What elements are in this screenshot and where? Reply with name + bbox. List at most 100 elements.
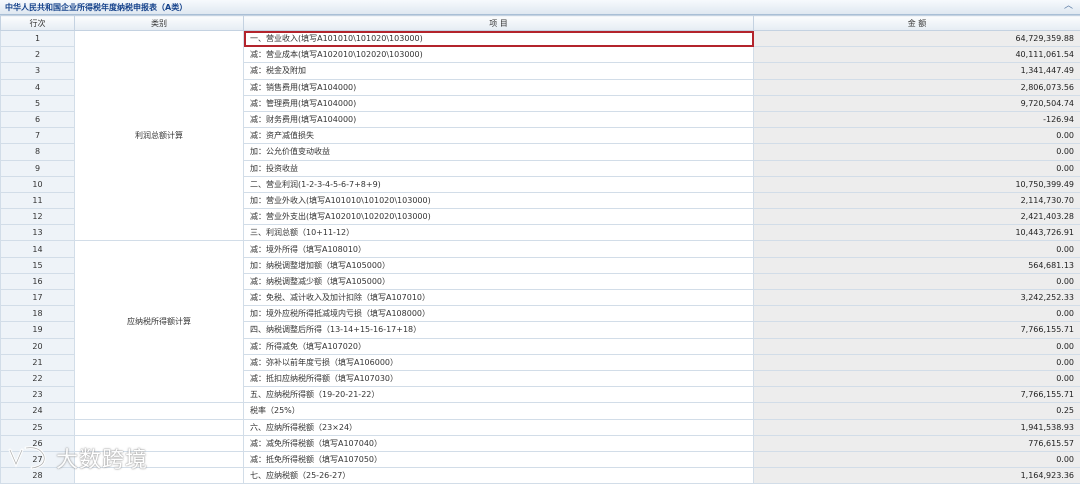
item-cell[interactable]: 减：税金及附加 xyxy=(244,63,754,79)
item-cell[interactable]: 减：弥补以前年度亏损（填写A106000） xyxy=(244,354,754,370)
amount-cell[interactable]: 2,421,403.28 xyxy=(754,209,1080,225)
row-number: 27 xyxy=(1,451,75,467)
category-cell xyxy=(75,468,244,484)
amount-cell[interactable]: 0.00 xyxy=(754,306,1080,322)
item-cell[interactable]: 三、利润总额（10+11-12） xyxy=(244,225,754,241)
item-cell[interactable]: 加：营业外收入(填写A101010\101020\103000) xyxy=(244,192,754,208)
amount-cell[interactable]: 0.00 xyxy=(754,370,1080,386)
table-row: 24 税率（25%）0.25 xyxy=(1,403,1080,419)
row-number: 23 xyxy=(1,387,75,403)
amount-cell[interactable]: 0.00 xyxy=(754,144,1080,160)
table-row: 14应纳税所得额计算减：境外所得（填写A108010）0.00 xyxy=(1,241,1080,257)
amount-cell[interactable]: 10,443,726.91 xyxy=(754,225,1080,241)
item-cell[interactable]: 加：公允价值变动收益 xyxy=(244,144,754,160)
amount-cell[interactable]: 2,806,073.56 xyxy=(754,79,1080,95)
amount-cell[interactable]: -126.94 xyxy=(754,111,1080,127)
table-body: 1利润总额计算一、营业收入(填写A101010\101020\103000)64… xyxy=(1,31,1080,484)
amount-cell[interactable]: 0.00 xyxy=(754,354,1080,370)
item-cell[interactable]: 减：所得减免（填写A107020） xyxy=(244,338,754,354)
category-taxable-income: 应纳税所得额计算 xyxy=(75,241,244,403)
amount-cell[interactable]: 0.00 xyxy=(754,241,1080,257)
item-cell[interactable]: 减：免税、减计收入及加计扣除（填写A107010） xyxy=(244,290,754,306)
item-cell-highlighted[interactable]: 一、营业收入(填写A101010\101020\103000) xyxy=(244,31,754,47)
amount-cell[interactable]: 40,111,061.54 xyxy=(754,47,1080,63)
amount-cell[interactable]: 9,720,504.74 xyxy=(754,95,1080,111)
row-number: 4 xyxy=(1,79,75,95)
category-cell xyxy=(75,403,244,419)
item-cell[interactable]: 减：财务费用(填写A104000) xyxy=(244,111,754,127)
amount-cell[interactable]: 0.00 xyxy=(754,128,1080,144)
row-number: 21 xyxy=(1,354,75,370)
amount-cell[interactable]: 0.00 xyxy=(754,338,1080,354)
amount-cell[interactable]: 7,766,155.71 xyxy=(754,387,1080,403)
item-cell[interactable]: 减：营业外支出(填写A102010\102020\103000) xyxy=(244,209,754,225)
row-number: 25 xyxy=(1,419,75,435)
amount-cell[interactable]: 564,681.13 xyxy=(754,257,1080,273)
item-cell[interactable]: 减：抵免所得税额（填写A107050） xyxy=(244,451,754,467)
item-cell[interactable]: 加：纳税调整增加额（填写A105000） xyxy=(244,257,754,273)
item-cell[interactable]: 减：管理费用(填写A104000) xyxy=(244,95,754,111)
amount-cell[interactable]: 64,729,359.88 xyxy=(754,31,1080,47)
amount-cell[interactable]: 0.25 xyxy=(754,403,1080,419)
row-number: 1 xyxy=(1,31,75,47)
row-number: 18 xyxy=(1,306,75,322)
row-number: 28 xyxy=(1,468,75,484)
row-number: 15 xyxy=(1,257,75,273)
item-cell[interactable]: 五、应纳税所得额（19-20-21-22） xyxy=(244,387,754,403)
amount-cell[interactable]: 776,615.57 xyxy=(754,435,1080,451)
row-number: 9 xyxy=(1,160,75,176)
item-cell[interactable]: 四、纳税调整后所得（13-14+15-16-17+18） xyxy=(244,322,754,338)
row-number: 14 xyxy=(1,241,75,257)
amount-cell[interactable]: 0.00 xyxy=(754,160,1080,176)
column-header-category: 类别 xyxy=(75,16,244,31)
amount-cell[interactable]: 1,164,923.36 xyxy=(754,468,1080,484)
category-cell xyxy=(75,435,244,451)
table-row: 26 减：减免所得税额（填写A107040）776,615.57 xyxy=(1,435,1080,451)
amount-cell[interactable]: 2,114,730.70 xyxy=(754,192,1080,208)
row-number: 16 xyxy=(1,273,75,289)
amount-cell[interactable]: 7,766,155.71 xyxy=(754,322,1080,338)
table-row: 1利润总额计算一、营业收入(填写A101010\101020\103000)64… xyxy=(1,31,1080,47)
row-number: 12 xyxy=(1,209,75,225)
category-profit: 利润总额计算 xyxy=(75,31,244,241)
row-number: 11 xyxy=(1,192,75,208)
row-number: 3 xyxy=(1,63,75,79)
item-cell[interactable]: 减：纳税调整减少额（填写A105000） xyxy=(244,273,754,289)
row-number: 10 xyxy=(1,176,75,192)
amount-cell[interactable]: 1,941,538.93 xyxy=(754,419,1080,435)
row-number: 5 xyxy=(1,95,75,111)
item-cell[interactable]: 减：境外所得（填写A108010） xyxy=(244,241,754,257)
item-cell[interactable]: 减：营业成本(填写A102010\102020\103000) xyxy=(244,47,754,63)
item-cell[interactable]: 减：抵扣应纳税所得额（填写A107030） xyxy=(244,370,754,386)
row-number: 7 xyxy=(1,128,75,144)
column-header-item: 项 目 xyxy=(244,16,754,31)
item-cell[interactable]: 减：销售费用(填写A104000) xyxy=(244,79,754,95)
category-cell xyxy=(75,451,244,467)
row-number: 17 xyxy=(1,290,75,306)
row-number: 26 xyxy=(1,435,75,451)
item-cell[interactable]: 二、营业利润(1-2-3-4-5-6-7+8+9) xyxy=(244,176,754,192)
category-cell xyxy=(75,419,244,435)
table-header-row: 行次 类别 项 目 金 额 xyxy=(1,16,1080,31)
table-row: 28 七、应纳税额（25-26-27）1,164,923.36 xyxy=(1,468,1080,484)
amount-cell[interactable]: 0.00 xyxy=(754,451,1080,467)
amount-cell[interactable]: 0.00 xyxy=(754,273,1080,289)
item-cell[interactable]: 七、应纳税额（25-26-27） xyxy=(244,468,754,484)
table-row: 27 减：抵免所得税额（填写A107050）0.00 xyxy=(1,451,1080,467)
row-number: 2 xyxy=(1,47,75,63)
item-cell[interactable]: 减：减免所得税额（填写A107040） xyxy=(244,435,754,451)
amount-cell[interactable]: 3,242,252.33 xyxy=(754,290,1080,306)
item-cell[interactable]: 减：资产减值损失 xyxy=(244,128,754,144)
item-cell[interactable]: 税率（25%） xyxy=(244,403,754,419)
amount-cell[interactable]: 10,750,399.49 xyxy=(754,176,1080,192)
table-row: 25 六、应纳所得税额（23×24）1,941,538.93 xyxy=(1,419,1080,435)
amount-cell[interactable]: 1,341,447.49 xyxy=(754,63,1080,79)
row-number: 19 xyxy=(1,322,75,338)
row-number: 24 xyxy=(1,403,75,419)
row-number: 22 xyxy=(1,370,75,386)
chevron-up-icon[interactable]: ︿ xyxy=(1063,1,1074,12)
item-cell[interactable]: 加：境外应税所得抵减境内亏损（填写A108000） xyxy=(244,306,754,322)
item-cell[interactable]: 加：投资收益 xyxy=(244,160,754,176)
item-cell[interactable]: 六、应纳所得税额（23×24） xyxy=(244,419,754,435)
column-header-amount: 金 额 xyxy=(754,16,1080,31)
